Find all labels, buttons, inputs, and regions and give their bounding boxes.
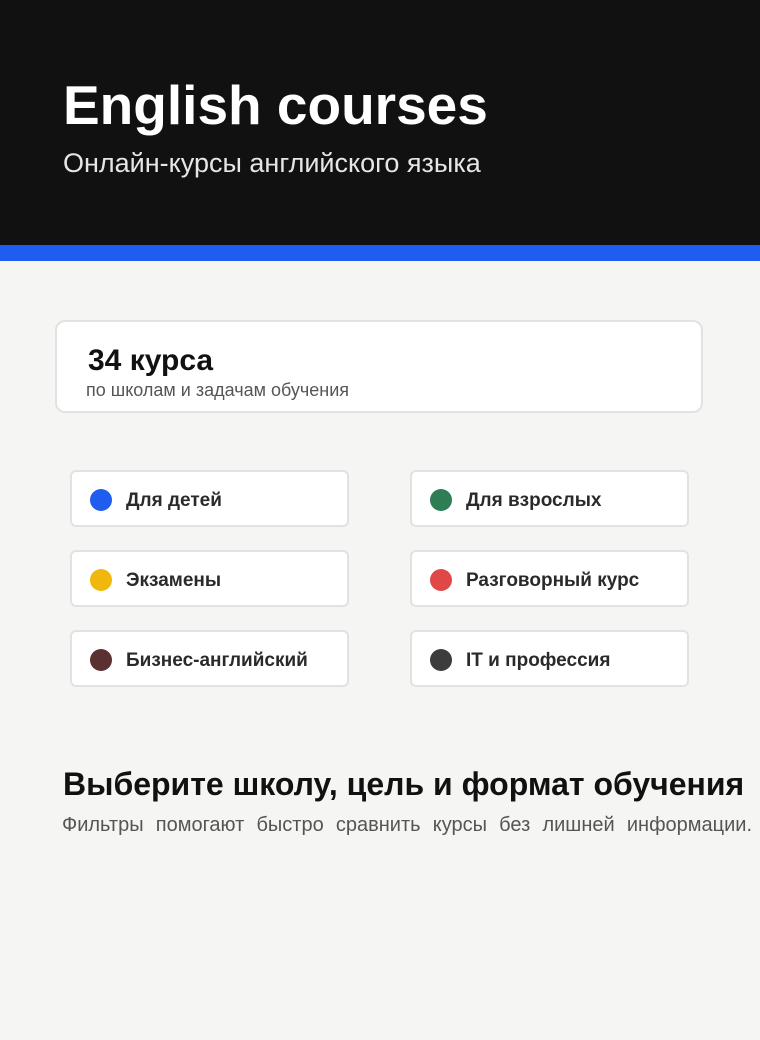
filter-label: Экзамены [126, 570, 222, 591]
dot-icon [90, 569, 112, 591]
dot-icon [430, 569, 452, 591]
filter-label: Разговорный курс [466, 570, 640, 591]
filter-chip-business[interactable]: Бизнес-английский [70, 630, 349, 687]
course-count-caption: по школам и задачам обучения [86, 380, 350, 400]
page-subtitle: Онлайн-курсы английского языка [63, 148, 481, 178]
filter-label: Для детей [126, 490, 222, 511]
filter-chip-exams[interactable]: Экзамены [70, 550, 349, 607]
info-lead: Фильтры помогают быстро сравнить курсы б… [62, 814, 752, 836]
filter-chip-conversation[interactable]: Разговорный курс [410, 550, 689, 607]
filter-label: Для взрослых [466, 490, 602, 511]
filter-chip-it[interactable]: IT и профессия [410, 630, 689, 687]
accent-divider [0, 245, 760, 261]
page-title: English courses [63, 74, 488, 136]
dot-icon [90, 649, 112, 671]
info-headline: Выберите школу, цель и формат обучения [63, 766, 745, 802]
dot-icon [430, 649, 452, 671]
dot-icon [90, 489, 112, 511]
hero-banner: English courses Онлайн-курсы английского… [0, 0, 760, 245]
filter-chip-adults[interactable]: Для взрослых [410, 470, 689, 527]
dot-icon [430, 489, 452, 511]
course-count: 34 курса [88, 344, 214, 377]
course-count-card: 34 курса по школам и задачам обучения [55, 320, 703, 413]
filter-label: IT и профессия [466, 650, 611, 671]
filter-label: Бизнес-английский [126, 650, 308, 671]
filter-chip-kids[interactable]: Для детей [70, 470, 349, 527]
